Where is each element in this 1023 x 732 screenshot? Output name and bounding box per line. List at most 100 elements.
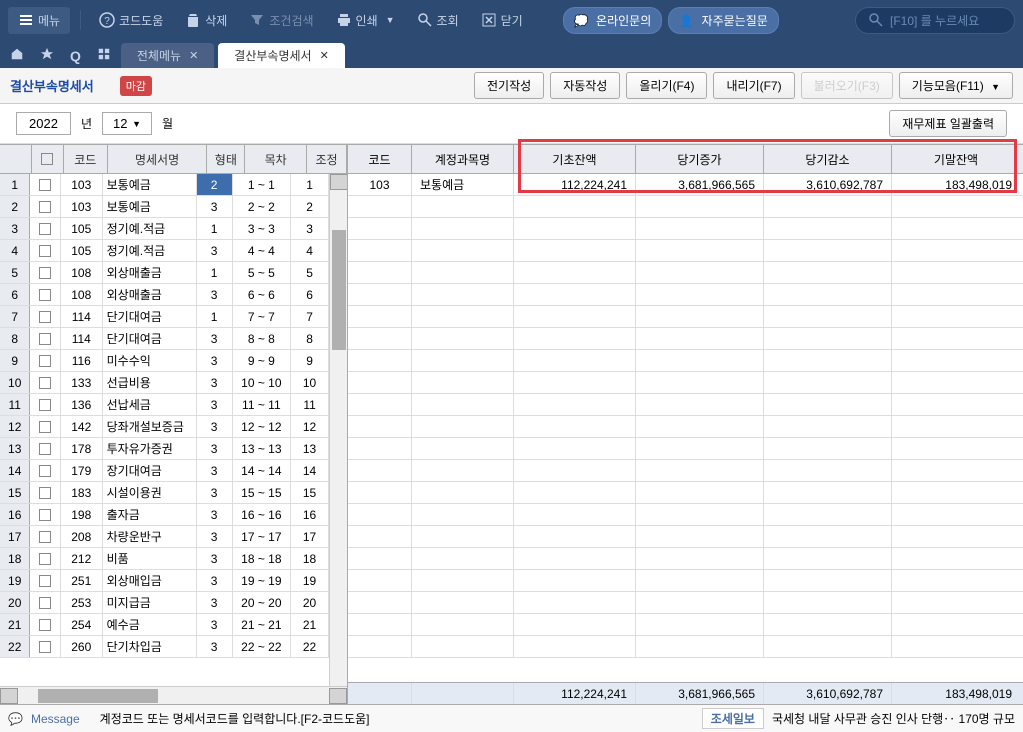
table-row[interactable] bbox=[348, 372, 1023, 394]
row-checkbox[interactable] bbox=[30, 174, 60, 195]
table-row[interactable] bbox=[348, 526, 1023, 548]
table-row[interactable] bbox=[348, 328, 1023, 350]
row-checkbox[interactable] bbox=[30, 504, 60, 525]
row-checkbox[interactable] bbox=[30, 460, 60, 481]
scroll-thumb[interactable] bbox=[332, 230, 346, 350]
row-checkbox[interactable] bbox=[30, 350, 60, 371]
code-help-button[interactable]: ? 코드도움 bbox=[91, 8, 171, 33]
table-row[interactable] bbox=[348, 460, 1023, 482]
prev-period-button[interactable]: 전기작성 bbox=[474, 72, 544, 99]
row-checkbox[interactable] bbox=[30, 196, 60, 217]
scroll-thumb[interactable] bbox=[38, 689, 158, 703]
faq-button[interactable]: 👤 자주묻는질문 bbox=[668, 7, 779, 34]
row-checkbox[interactable] bbox=[30, 240, 60, 261]
table-row[interactable]: 12 142 당좌개설보증금 3 12 ~ 12 12 bbox=[0, 416, 329, 438]
close-button[interactable]: 닫기 bbox=[473, 8, 531, 33]
table-row[interactable]: 10 133 선급비용 3 10 ~ 10 10 bbox=[0, 372, 329, 394]
table-row[interactable]: 3 105 정기예.적금 1 3 ~ 3 3 bbox=[0, 218, 329, 240]
tab-all-menu[interactable]: 전체메뉴 ✕ bbox=[121, 43, 214, 68]
table-row[interactable]: 1 103 보통예금 2 1 ~ 1 1 bbox=[0, 174, 329, 196]
table-row[interactable]: 17 208 차량운반구 3 17 ~ 17 17 bbox=[0, 526, 329, 548]
row-checkbox[interactable] bbox=[30, 636, 60, 657]
q-button[interactable]: Q bbox=[64, 44, 87, 68]
table-row[interactable]: 4 105 정기예.적금 3 4 ~ 4 4 bbox=[0, 240, 329, 262]
row-checkbox[interactable] bbox=[30, 592, 60, 613]
month-select[interactable]: 12▼ bbox=[102, 112, 152, 135]
table-row[interactable]: 7 114 단기대여금 1 7 ~ 7 7 bbox=[0, 306, 329, 328]
table-row[interactable] bbox=[348, 592, 1023, 614]
row-checkbox[interactable] bbox=[30, 526, 60, 547]
table-row[interactable]: 21 254 예수금 3 21 ~ 21 21 bbox=[0, 614, 329, 636]
delete-button[interactable]: 삭제 bbox=[177, 8, 235, 33]
table-row[interactable]: 22 260 단기차입금 3 22 ~ 22 22 bbox=[0, 636, 329, 658]
table-row[interactable] bbox=[348, 284, 1023, 306]
table-row[interactable]: 9 116 미수수익 3 9 ~ 9 9 bbox=[0, 350, 329, 372]
table-row[interactable] bbox=[348, 416, 1023, 438]
row-checkbox[interactable] bbox=[30, 438, 60, 459]
table-row[interactable] bbox=[348, 262, 1023, 284]
batch-print-button[interactable]: 재무제표 일괄출력 bbox=[889, 110, 1007, 137]
row-checkbox[interactable] bbox=[30, 284, 60, 305]
table-row[interactable]: 14 179 장기대여금 3 14 ~ 14 14 bbox=[0, 460, 329, 482]
table-row[interactable]: 20 253 미지급금 3 20 ~ 20 20 bbox=[0, 592, 329, 614]
table-row[interactable] bbox=[348, 548, 1023, 570]
print-button[interactable]: 인쇄 ▼ bbox=[328, 8, 403, 33]
row-checkbox[interactable] bbox=[30, 394, 60, 415]
left-grid-body[interactable]: 1 103 보통예금 2 1 ~ 1 1 2 103 보통예금 3 2 ~ 2 … bbox=[0, 174, 329, 686]
scroll-right-arrow[interactable] bbox=[329, 688, 347, 704]
table-row[interactable] bbox=[348, 570, 1023, 592]
header-checkbox[interactable] bbox=[32, 145, 64, 173]
scrollbar-vertical[interactable] bbox=[329, 174, 347, 686]
tab-current[interactable]: 결산부속명세서 ✕ bbox=[218, 43, 345, 68]
table-row[interactable] bbox=[348, 636, 1023, 658]
row-checkbox[interactable] bbox=[30, 218, 60, 239]
favorite-button[interactable] bbox=[34, 43, 60, 68]
table-row[interactable]: 6 108 외상매출금 3 6 ~ 6 6 bbox=[0, 284, 329, 306]
row-checkbox[interactable] bbox=[30, 614, 60, 635]
row-checkbox[interactable] bbox=[30, 372, 60, 393]
row-checkbox[interactable] bbox=[30, 548, 60, 569]
online-inquiry-button[interactable]: 💭 온라인문의 bbox=[563, 7, 663, 34]
functions-button[interactable]: 기능모음(F11) ▼ bbox=[899, 72, 1013, 99]
table-row[interactable]: 2 103 보통예금 3 2 ~ 2 2 bbox=[0, 196, 329, 218]
grid-button[interactable] bbox=[91, 43, 117, 68]
table-row[interactable] bbox=[348, 350, 1023, 372]
table-row[interactable]: 16 198 출자금 3 16 ~ 16 16 bbox=[0, 504, 329, 526]
table-row[interactable] bbox=[348, 438, 1023, 460]
table-row[interactable] bbox=[348, 614, 1023, 636]
tab-close-icon[interactable]: ✕ bbox=[320, 49, 329, 62]
home-button[interactable] bbox=[4, 43, 30, 68]
table-row[interactable]: 19 251 외상매입금 3 19 ~ 19 19 bbox=[0, 570, 329, 592]
menu-button[interactable]: 메뉴 bbox=[8, 7, 70, 34]
table-row[interactable]: 15 183 시설이용권 3 15 ~ 15 15 bbox=[0, 482, 329, 504]
right-grid-body[interactable]: 103 보통예금 112,224,241 3,681,966,565 3,610… bbox=[348, 174, 1023, 682]
global-search-input[interactable]: [F10] 를 누르세요 bbox=[855, 7, 1015, 34]
table-row[interactable] bbox=[348, 394, 1023, 416]
table-row[interactable] bbox=[348, 196, 1023, 218]
table-row[interactable]: 8 114 단기대여금 3 8 ~ 8 8 bbox=[0, 328, 329, 350]
row-checkbox[interactable] bbox=[30, 328, 60, 349]
table-row[interactable]: 13 178 투자유가증권 3 13 ~ 13 13 bbox=[0, 438, 329, 460]
download-button[interactable]: 내리기(F7) bbox=[713, 72, 794, 99]
row-checkbox[interactable] bbox=[30, 262, 60, 283]
tab-close-icon[interactable]: ✕ bbox=[189, 49, 198, 62]
table-row[interactable]: 5 108 외상매출금 1 5 ~ 5 5 bbox=[0, 262, 329, 284]
table-row[interactable]: 18 212 비품 3 18 ~ 18 18 bbox=[0, 548, 329, 570]
table-row[interactable] bbox=[348, 306, 1023, 328]
table-row[interactable] bbox=[348, 482, 1023, 504]
row-checkbox[interactable] bbox=[30, 416, 60, 437]
table-row[interactable] bbox=[348, 504, 1023, 526]
auto-create-button[interactable]: 자동작성 bbox=[550, 72, 620, 99]
scrollbar-horizontal[interactable] bbox=[0, 686, 347, 704]
scroll-left-arrow[interactable] bbox=[0, 688, 18, 704]
table-row[interactable]: 11 136 선납세금 3 11 ~ 11 11 bbox=[0, 394, 329, 416]
scroll-up-arrow[interactable] bbox=[330, 174, 347, 190]
search-button[interactable]: 조회 bbox=[409, 8, 467, 33]
table-row[interactable]: 103 보통예금 112,224,241 3,681,966,565 3,610… bbox=[348, 174, 1023, 196]
year-input[interactable]: 2022 bbox=[16, 112, 71, 135]
upload-button[interactable]: 올리기(F4) bbox=[626, 72, 707, 99]
row-checkbox[interactable] bbox=[30, 570, 60, 591]
row-checkbox[interactable] bbox=[30, 482, 60, 503]
row-checkbox[interactable] bbox=[30, 306, 60, 327]
table-row[interactable] bbox=[348, 218, 1023, 240]
